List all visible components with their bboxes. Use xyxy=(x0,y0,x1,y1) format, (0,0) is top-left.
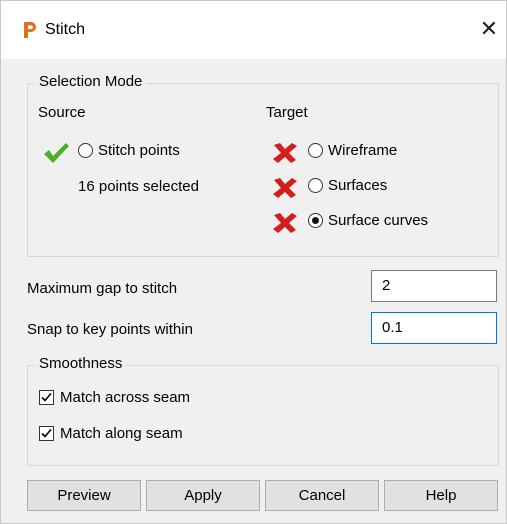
target-heading: Target xyxy=(266,104,308,121)
preview-button[interactable]: Preview xyxy=(27,480,141,511)
surfaces-radio[interactable] xyxy=(308,178,323,193)
points-selected-count: 16 points selected xyxy=(78,178,199,195)
title-bar: Stitch ✕ xyxy=(1,1,506,59)
surfaces-label[interactable]: Surfaces xyxy=(328,177,387,194)
max-gap-label: Maximum gap to stitch xyxy=(27,280,178,297)
surface-curves-radio[interactable] xyxy=(308,213,323,228)
invalid-cross-icon xyxy=(273,178,297,198)
match-along-seam-label[interactable]: Match along seam xyxy=(60,425,183,442)
apply-button[interactable]: Apply xyxy=(146,480,260,511)
stitch-points-radio[interactable] xyxy=(78,143,93,158)
smoothness-title: Smoothness xyxy=(35,355,127,372)
match-across-seam-label[interactable]: Match across seam xyxy=(60,389,190,406)
snap-input[interactable]: 0.1 xyxy=(371,312,497,344)
surface-curves-label[interactable]: Surface curves xyxy=(328,212,428,229)
wireframe-label[interactable]: Wireframe xyxy=(328,142,397,159)
app-icon xyxy=(24,22,36,38)
help-button[interactable]: Help xyxy=(384,480,498,511)
smoothness-group xyxy=(27,365,499,466)
selection-mode-title: Selection Mode xyxy=(35,73,147,90)
invalid-cross-icon xyxy=(273,143,297,163)
window-title: Stitch xyxy=(45,21,86,38)
cancel-button[interactable]: Cancel xyxy=(265,480,379,511)
stitch-dialog: Stitch ✕ Selection Mode Source Target St… xyxy=(0,0,507,524)
checkmark-icon xyxy=(41,428,52,438)
stitch-points-label[interactable]: Stitch points xyxy=(98,142,180,159)
max-gap-input[interactable]: 2 xyxy=(371,270,497,302)
selection-mode-group xyxy=(27,83,499,257)
source-heading: Source xyxy=(38,104,86,121)
snap-label: Snap to key points within xyxy=(27,321,193,338)
checkmark-icon xyxy=(41,392,52,402)
wireframe-radio[interactable] xyxy=(308,143,323,158)
valid-check-icon xyxy=(44,143,69,163)
match-across-seam-checkbox[interactable] xyxy=(39,390,54,405)
invalid-cross-icon xyxy=(273,213,297,233)
close-icon[interactable]: ✕ xyxy=(477,16,501,42)
match-along-seam-checkbox[interactable] xyxy=(39,426,54,441)
